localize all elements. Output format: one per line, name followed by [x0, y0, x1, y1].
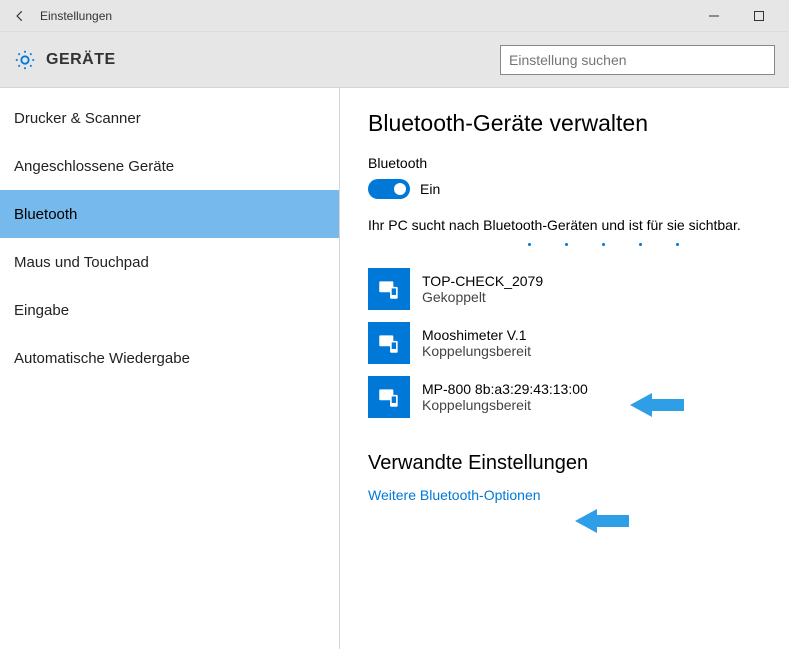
sidebar-item-autoplay[interactable]: Automatische Wiedergabe: [0, 334, 339, 382]
device-icon: [368, 376, 410, 418]
category-title: GERÄTE: [46, 51, 116, 69]
device-status: Gekoppelt: [422, 289, 543, 305]
back-button[interactable]: [8, 4, 32, 28]
scanning-indicator: [368, 243, 765, 246]
sidebar-item-printers[interactable]: Drucker & Scanner: [0, 94, 339, 142]
page-heading: Bluetooth-Geräte verwalten: [368, 110, 765, 137]
arrow-left-icon: [13, 9, 27, 23]
maximize-icon: [754, 11, 764, 21]
device-icon: [368, 268, 410, 310]
main-panel: Bluetooth-Geräte verwalten Bluetooth Ein…: [340, 88, 789, 649]
sidebar-item-label: Eingabe: [14, 302, 69, 319]
bluetooth-toggle[interactable]: [368, 179, 410, 199]
bluetooth-device[interactable]: MP-800 8b:a3:29:43:13:00 Koppelungsberei…: [368, 376, 765, 418]
device-name: MP-800 8b:a3:29:43:13:00: [422, 381, 588, 397]
scan-status-text: Ihr PC sucht nach Bluetooth-Geräten und …: [368, 217, 765, 233]
sidebar-item-label: Bluetooth: [14, 206, 77, 223]
device-status: Koppelungsbereit: [422, 397, 588, 413]
sidebar-item-input[interactable]: Eingabe: [0, 286, 339, 334]
gear-icon: [14, 49, 36, 71]
search-input[interactable]: [500, 45, 775, 75]
minimize-icon: [709, 11, 719, 21]
annotation-arrow-icon: [630, 390, 684, 420]
toggle-state-label: Ein: [420, 181, 440, 197]
device-name: Mooshimeter V.1: [422, 327, 531, 343]
annotation-arrow-icon: [575, 506, 629, 536]
device-icon: [368, 322, 410, 364]
toggle-knob: [394, 183, 406, 195]
related-settings-heading: Verwandte Einstellungen: [368, 452, 765, 475]
settings-sidebar: Drucker & Scanner Angeschlossene Geräte …: [0, 88, 340, 649]
bluetooth-device[interactable]: TOP-CHECK_2079 Gekoppelt: [368, 268, 765, 310]
sidebar-item-connected[interactable]: Angeschlossene Geräte: [0, 142, 339, 190]
bluetooth-device-list: TOP-CHECK_2079 Gekoppelt Mooshimeter V.1…: [368, 268, 765, 418]
device-name: TOP-CHECK_2079: [422, 273, 543, 289]
sidebar-item-mouse[interactable]: Maus und Touchpad: [0, 238, 339, 286]
minimize-button[interactable]: [691, 0, 736, 32]
sidebar-item-bluetooth[interactable]: Bluetooth: [0, 190, 339, 238]
sidebar-item-label: Maus und Touchpad: [14, 254, 149, 271]
settings-header: GERÄTE: [0, 32, 789, 88]
device-status: Koppelungsbereit: [422, 343, 531, 359]
sidebar-item-label: Angeschlossene Geräte: [14, 158, 174, 175]
maximize-button[interactable]: [736, 0, 781, 32]
window-titlebar: Einstellungen: [0, 0, 789, 32]
sidebar-item-label: Drucker & Scanner: [14, 110, 141, 127]
toggle-section-label: Bluetooth: [368, 155, 765, 171]
more-bluetooth-options-link[interactable]: Weitere Bluetooth-Optionen: [368, 487, 765, 503]
bluetooth-device[interactable]: Mooshimeter V.1 Koppelungsbereit: [368, 322, 765, 364]
window-title: Einstellungen: [40, 9, 112, 23]
sidebar-item-label: Automatische Wiedergabe: [14, 350, 190, 367]
